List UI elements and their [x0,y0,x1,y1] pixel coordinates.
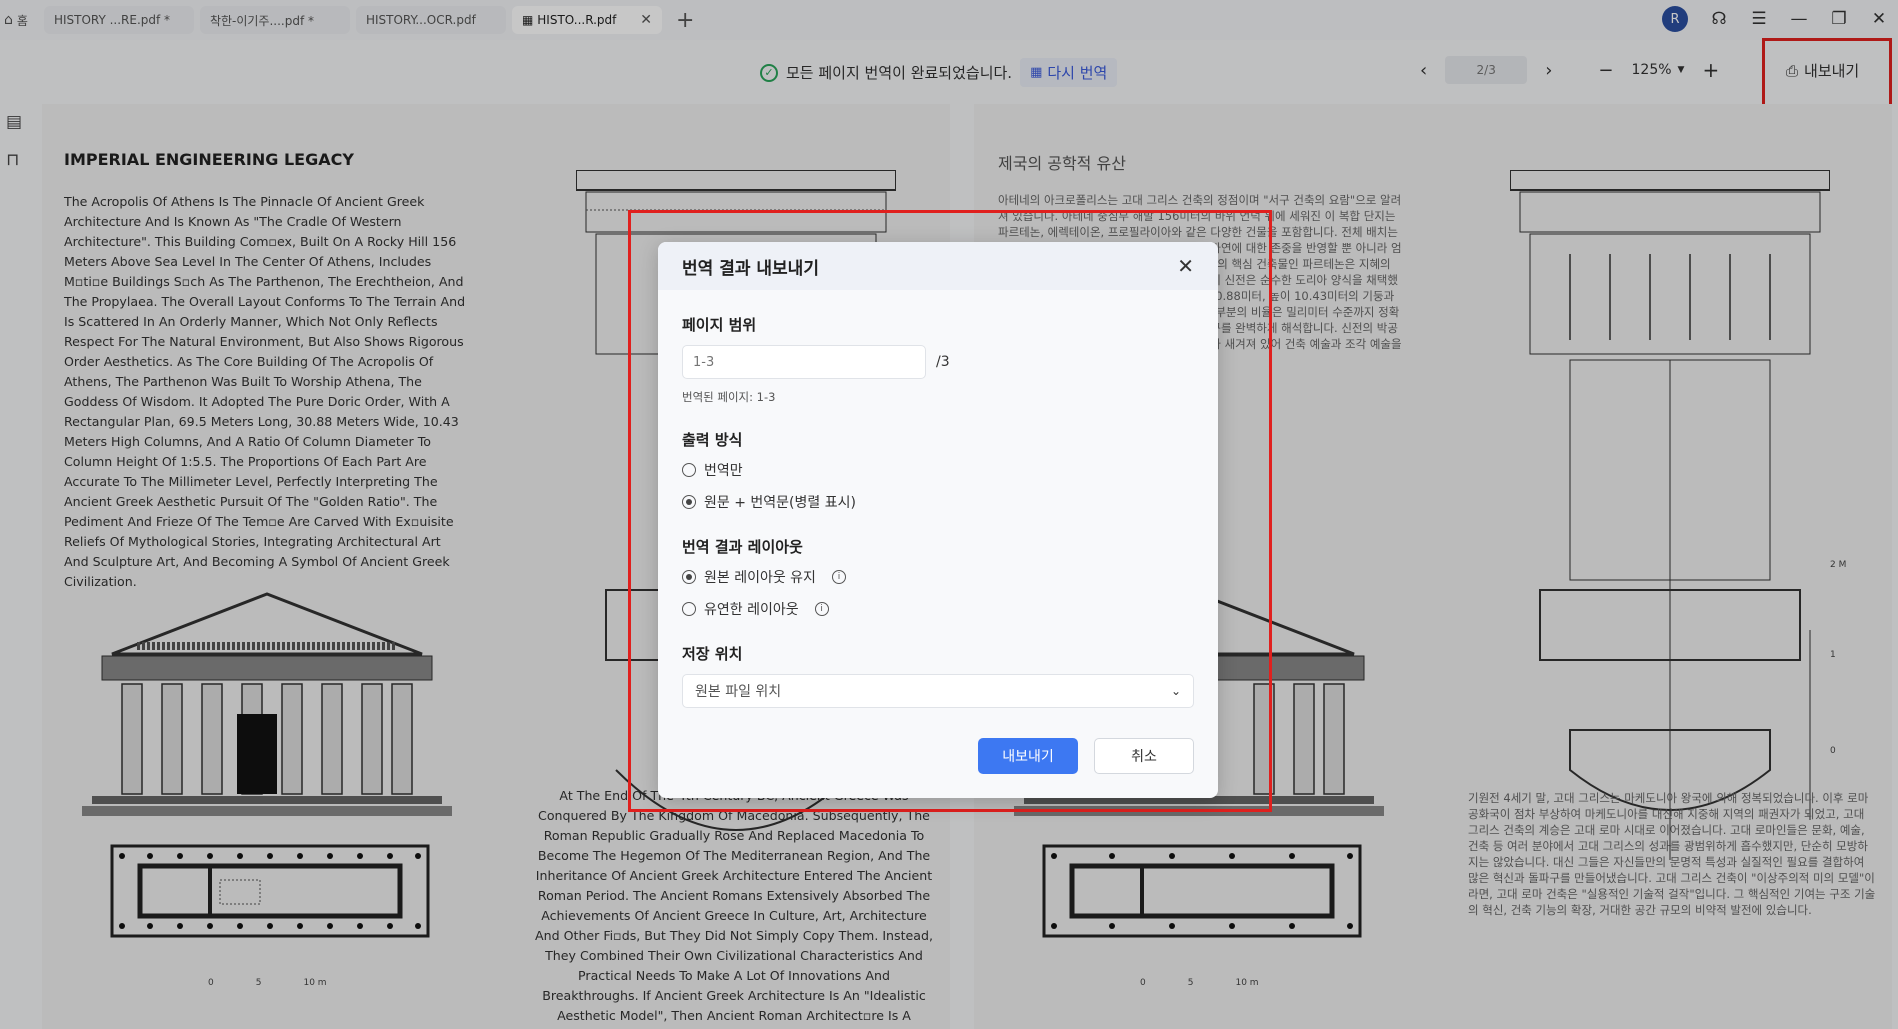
radio-button-selected[interactable] [682,570,696,584]
dialog-title: 번역 결과 내보내기 [682,258,819,279]
translated-pages-hint: 번역된 페이지: 1-3 [682,390,776,404]
export-confirm-button[interactable]: 내보내기 [978,738,1078,774]
option-label: 번역만 [704,463,743,479]
save-location-select[interactable]: 원본 파일 위치 ⌄ [682,674,1194,708]
page-range-label: 페이지 범위 [682,316,757,334]
option-label: 유연한 레이아웃 [704,602,799,618]
cancel-button[interactable]: 취소 [1094,738,1194,774]
page-total: /3 [936,354,950,370]
radio-button[interactable] [682,463,696,477]
layout-option-keep-original[interactable]: 원본 레이아웃 유지 i [682,567,1194,587]
chevron-down-icon: ⌄ [1170,684,1181,698]
option-label: 원문 + 번역문(병렬 표시) [704,495,856,511]
output-option-bilingual[interactable]: 원문 + 번역문(병렬 표시) [682,492,1194,512]
dialog-footer: 내보내기 취소 [978,738,1194,774]
export-dialog: 번역 결과 내보내기 ✕ 페이지 범위 /3 번역된 페이지: 1-3 출력 방… [658,242,1218,798]
radio-button[interactable] [682,602,696,616]
layout-option-flexible[interactable]: 유연한 레이아웃 i [682,599,1194,619]
page-range-input[interactable] [682,345,926,379]
layout-label: 번역 결과 레이아웃 [682,538,803,556]
dialog-body: 페이지 범위 /3 번역된 페이지: 1-3 출력 방식 번역만 원문 + 번역… [658,314,1218,708]
output-option-translation-only[interactable]: 번역만 [682,460,1194,480]
save-location-value: 원본 파일 위치 [695,684,782,700]
output-mode-label: 출력 방식 [682,431,743,449]
info-icon[interactable]: i [814,602,829,616]
dialog-header: 번역 결과 내보내기 ✕ [658,242,1218,290]
info-icon[interactable]: i [831,570,846,584]
option-label: 원본 레이아웃 유지 [704,570,816,586]
save-location-label: 저장 위치 [682,645,743,663]
close-icon[interactable]: ✕ [1177,254,1194,278]
page-range-row: /3 [682,345,1194,379]
radio-button-selected[interactable] [682,495,696,509]
